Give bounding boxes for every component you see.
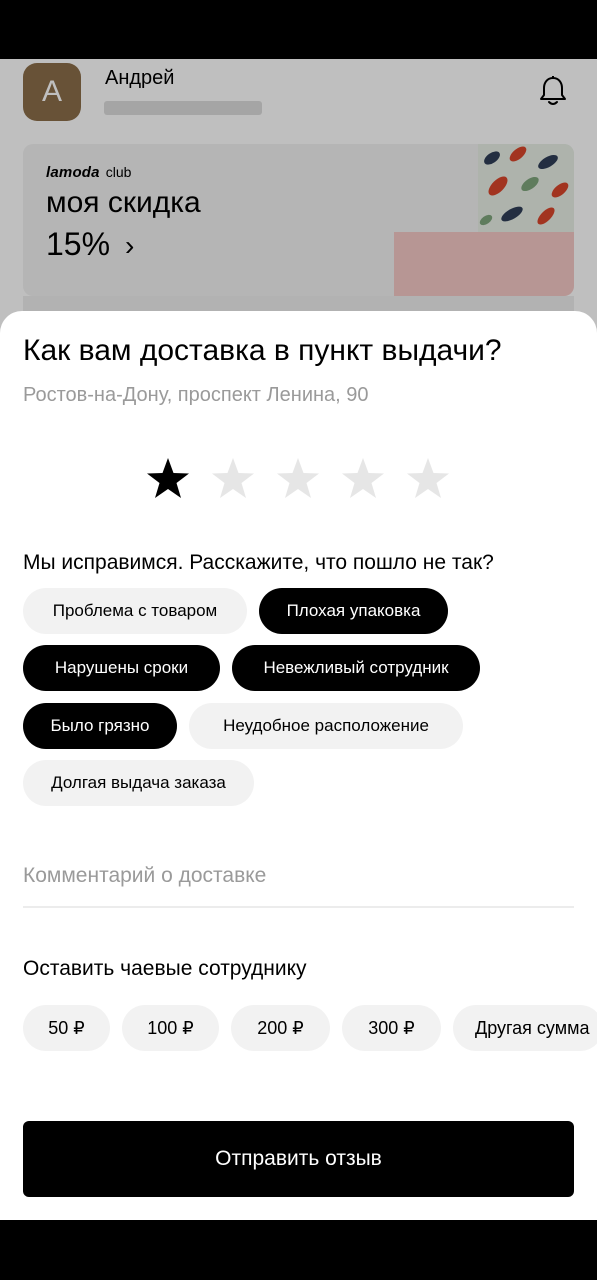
tip-200[interactable]: 200 ₽ [231, 1005, 330, 1051]
star-icon-5[interactable] [405, 456, 451, 502]
chip-slow-pickup[interactable]: Долгая выдача заказа [23, 760, 254, 806]
tips-title: Оставить чаевые сотруднику [23, 957, 307, 980]
chip-missed-deadline[interactable]: Нарушены сроки [23, 645, 220, 691]
tip-50[interactable]: 50 ₽ [23, 1005, 110, 1051]
comment-input[interactable] [23, 862, 574, 890]
star-icon-3[interactable] [275, 456, 321, 502]
sheet-title: Как вам доставка в пункт выдачи? [23, 334, 502, 367]
issue-question: Мы исправимся. Расскажите, что пошло не … [23, 551, 494, 574]
tip-100[interactable]: 100 ₽ [122, 1005, 219, 1051]
delivery-feedback-sheet: Как вам доставка в пункт выдачи? Ростов-… [0, 311, 597, 1220]
pickup-point-address: Ростов-на-Дону, проспект Ленина, 90 [23, 384, 369, 406]
chip-bad-location[interactable]: Неудобное расположение [189, 703, 463, 749]
submit-review-button[interactable]: Отправить отзыв [23, 1121, 574, 1197]
tip-options: 50 ₽ 100 ₽ 200 ₽ 300 ₽ Другая сумма [23, 1005, 597, 1053]
system-nav-bar [0, 1220, 597, 1280]
chip-rude-staff[interactable]: Невежливый сотрудник [232, 645, 480, 691]
comment-field[interactable] [23, 862, 574, 908]
tip-300[interactable]: 300 ₽ [342, 1005, 441, 1051]
chip-bad-packaging[interactable]: Плохая упаковка [259, 588, 448, 634]
star-icon-2[interactable] [210, 456, 256, 502]
chip-dirty[interactable]: Было грязно [23, 703, 177, 749]
tip-custom-amount[interactable]: Другая сумма [453, 1005, 597, 1051]
star-icon-4[interactable] [340, 456, 386, 502]
star-rating [145, 456, 451, 504]
star-icon-1[interactable] [145, 456, 191, 502]
status-bar [0, 0, 597, 59]
chip-product-problem[interactable]: Проблема с товаром [23, 588, 247, 634]
